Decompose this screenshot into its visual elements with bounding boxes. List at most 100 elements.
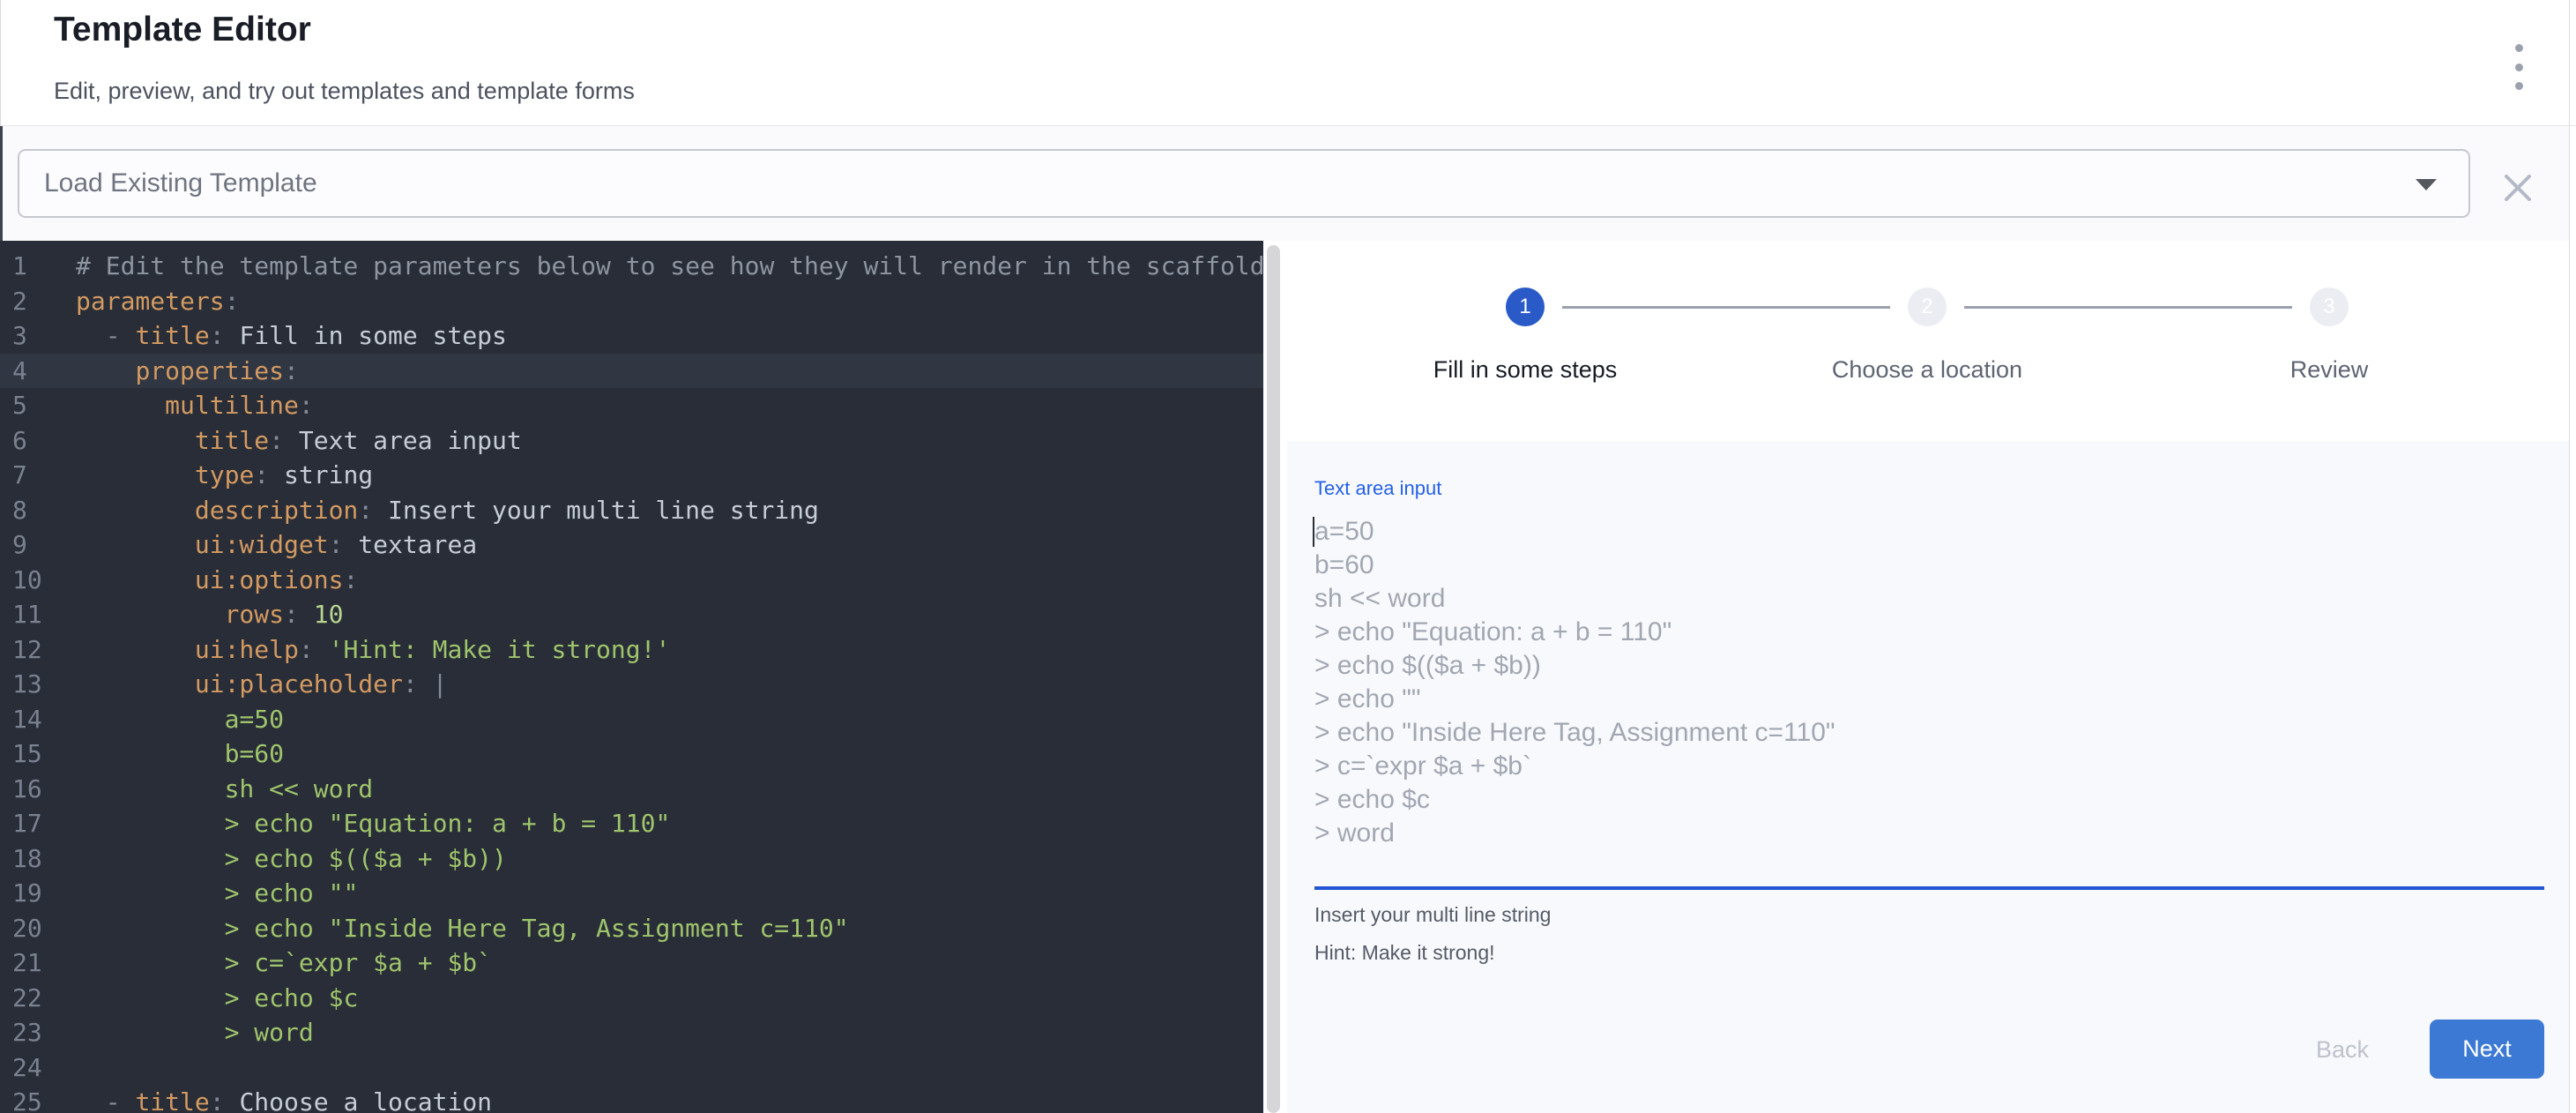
- line-text: ui:placeholder: |: [76, 667, 1263, 702]
- editor-line[interactable]: 20 > echo "Inside Here Tag, Assignment c…: [0, 911, 1263, 946]
- editor-line[interactable]: 21 > c=`expr $a + $b`: [0, 945, 1263, 981]
- step-label: Choose a location: [1726, 356, 2128, 384]
- line-text: - title: Choose a location: [76, 1085, 1263, 1113]
- placeholder-line: > echo $c: [1314, 783, 2544, 817]
- placeholder-line: > echo "Inside Here Tag, Assignment c=11…: [1314, 716, 2544, 750]
- line-text: > echo "Inside Here Tag, Assignment c=11…: [76, 911, 1263, 946]
- line-text: properties:: [76, 354, 1263, 389]
- line-text: rows: 10: [76, 597, 1263, 632]
- line-number: 12: [0, 632, 76, 668]
- line-number: 2: [0, 284, 76, 319]
- line-number: 1: [0, 249, 76, 284]
- line-text: a=50: [76, 702, 1263, 737]
- placeholder-line: a=50: [1314, 515, 2544, 549]
- line-text: ui:options:: [76, 563, 1263, 598]
- select-placeholder: Load Existing Template: [44, 151, 317, 216]
- editor-line[interactable]: 2parameters:: [0, 284, 1263, 319]
- line-text: > echo $(($a + $b)): [76, 841, 1263, 877]
- editor-line[interactable]: 12 ui:help: 'Hint: Make it strong!': [0, 632, 1263, 668]
- editor-line[interactable]: 23 > word: [0, 1015, 1263, 1050]
- line-number: 24: [0, 1050, 76, 1086]
- editor-line[interactable]: 11 rows: 10: [0, 597, 1263, 632]
- stepper: 1Fill in some steps2Choose a location3Re…: [1287, 241, 2569, 441]
- editor-line[interactable]: 16 sh << word: [0, 772, 1263, 807]
- line-number: 22: [0, 981, 76, 1016]
- line-number: 13: [0, 667, 76, 702]
- editor-line[interactable]: 9 ui:widget: textarea: [0, 527, 1263, 563]
- editor-line[interactable]: 13 ui:placeholder: |: [0, 667, 1263, 702]
- line-number: 14: [0, 702, 76, 737]
- editor-line[interactable]: 4 properties:: [0, 354, 1263, 389]
- line-text: ui:help: 'Hint: Make it strong!': [76, 632, 1263, 668]
- editor-line[interactable]: 24: [0, 1050, 1263, 1086]
- editor-line[interactable]: 10 ui:options:: [0, 563, 1263, 598]
- editor-scrollbar[interactable]: [1267, 245, 1280, 1113]
- line-number: 16: [0, 772, 76, 807]
- editor-line[interactable]: 7 type: string: [0, 458, 1263, 493]
- line-number: 5: [0, 388, 76, 423]
- editor-line[interactable]: 22 > echo $c: [0, 981, 1263, 1016]
- load-existing-template-select[interactable]: Load Existing Template: [18, 149, 2470, 218]
- line-text: description: Insert your multi line stri…: [76, 493, 1263, 528]
- line-text: multiline:: [76, 388, 1263, 423]
- line-text: ui:widget: textarea: [76, 527, 1263, 563]
- editor-line[interactable]: 3 - title: Fill in some steps: [0, 318, 1263, 354]
- editor-line[interactable]: 6 title: Text area input: [0, 423, 1263, 459]
- load-template-bar: Load Existing Template: [0, 126, 2569, 241]
- line-text: - title: Fill in some steps: [76, 318, 1263, 354]
- line-text: > echo $c: [76, 981, 1263, 1016]
- placeholder-line: > c=`expr $a + $b`: [1314, 750, 2544, 783]
- yaml-code-editor[interactable]: 1# Edit the template parameters below to…: [0, 241, 1263, 1113]
- line-number: 20: [0, 911, 76, 946]
- left-edge-divider: [0, 126, 3, 241]
- editor-line[interactable]: 15 b=60: [0, 736, 1263, 772]
- page-title: Template Editor: [54, 11, 311, 49]
- line-number: 4: [0, 354, 76, 389]
- editor-line[interactable]: 1# Edit the template parameters below to…: [0, 249, 1263, 284]
- editor-line[interactable]: 18 > echo $(($a + $b)): [0, 841, 1263, 877]
- textarea-focus-underline: [1314, 886, 2544, 890]
- step-circle-3: 3: [2310, 288, 2349, 326]
- page-right-border: [2569, 0, 2570, 1113]
- line-number: 25: [0, 1085, 76, 1113]
- form-preview-card: Text area input a=50b=60sh << word> echo…: [1287, 441, 2569, 1113]
- line-text: > c=`expr $a + $b`: [76, 945, 1263, 981]
- editor-line[interactable]: 5 multiline:: [0, 388, 1263, 423]
- text-cursor: [1313, 517, 1314, 547]
- placeholder-line: > word: [1314, 817, 2544, 850]
- placeholder-line: > echo "": [1314, 683, 2544, 716]
- caret-down-icon: [2416, 179, 2437, 190]
- multiline-textarea[interactable]: a=50b=60sh << word> echo "Equation: a + …: [1314, 515, 2544, 885]
- line-number: 11: [0, 597, 76, 632]
- placeholder-line: > echo $(($a + $b)): [1314, 649, 2544, 683]
- helper-text: Insert your multi line string: [1314, 903, 1551, 927]
- line-number: 17: [0, 806, 76, 841]
- step-connector: [1964, 306, 2292, 309]
- kebab-menu-icon[interactable]: [2501, 42, 2536, 92]
- line-text: > echo "": [76, 876, 1263, 911]
- next-button[interactable]: Next: [2430, 1020, 2544, 1079]
- editor-line[interactable]: 25 - title: Choose a location: [0, 1085, 1263, 1113]
- step-label: Fill in some steps: [1324, 356, 1726, 384]
- step-connector: [1562, 306, 1890, 309]
- page-subtitle: Edit, preview, and try out templates and…: [54, 78, 635, 105]
- editor-line[interactable]: 14 a=50: [0, 702, 1263, 737]
- line-text: title: Text area input: [76, 423, 1263, 459]
- editor-line[interactable]: 8 description: Insert your multi line st…: [0, 493, 1263, 528]
- line-text: sh << word: [76, 772, 1263, 807]
- step-circle-1: 1: [1506, 288, 1545, 326]
- header: Template Editor Edit, preview, and try o…: [0, 0, 2576, 126]
- line-text: > echo "Equation: a + b = 110": [76, 806, 1263, 841]
- line-text: [76, 1050, 1263, 1086]
- editor-line[interactable]: 17 > echo "Equation: a + b = 110": [0, 806, 1263, 841]
- placeholder-line: b=60: [1314, 549, 2544, 582]
- step-circle-2: 2: [1908, 288, 1947, 326]
- editor-line[interactable]: 19 > echo "": [0, 876, 1263, 911]
- back-button[interactable]: Back: [2281, 1030, 2404, 1069]
- close-icon[interactable]: [2500, 170, 2535, 205]
- editor-code-lines: 1# Edit the template parameters below to…: [0, 249, 1263, 1113]
- line-number: 9: [0, 527, 76, 563]
- line-number: 6: [0, 423, 76, 459]
- line-text: > word: [76, 1015, 1263, 1050]
- line-number: 23: [0, 1015, 76, 1050]
